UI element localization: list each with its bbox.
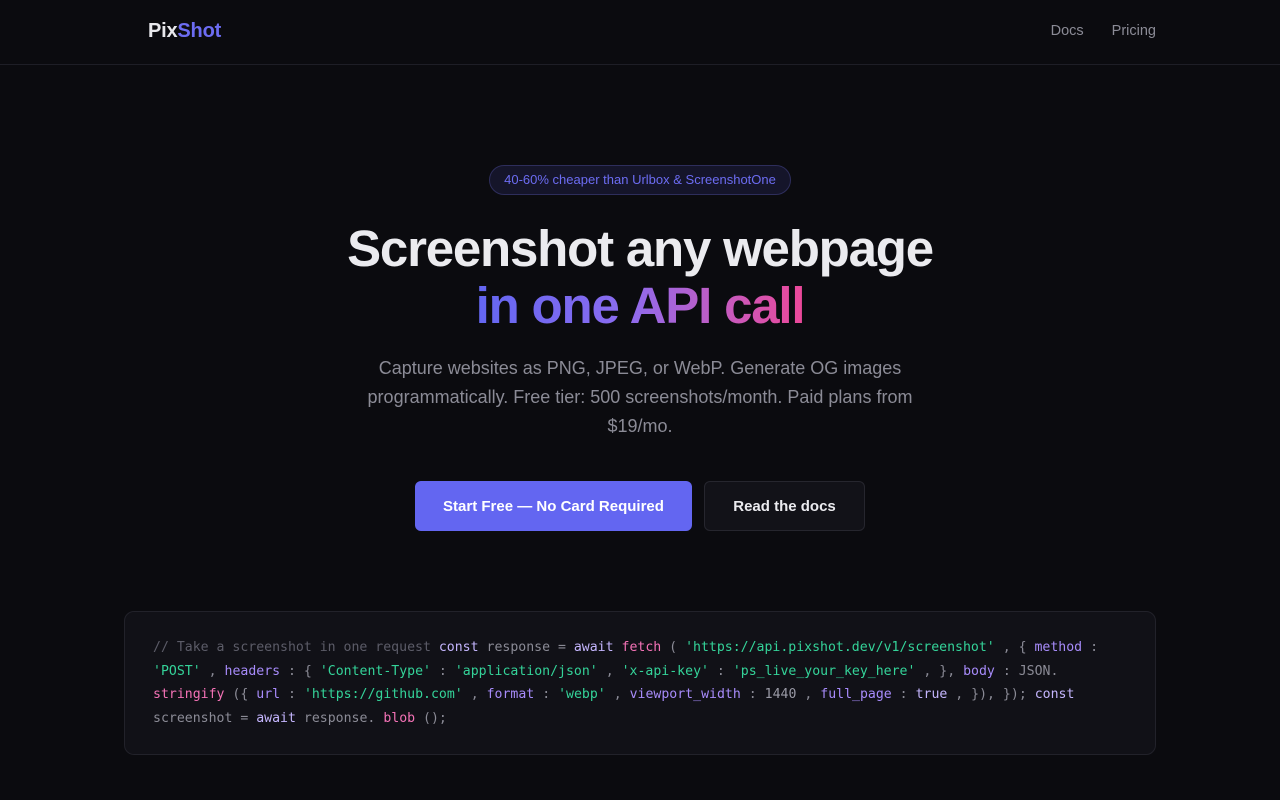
- code-token: body: [963, 663, 995, 679]
- code-token: const: [438, 640, 479, 655]
- code-token: method: [1034, 640, 1083, 655]
- nav-links: Docs Pricing: [1051, 23, 1156, 39]
- code-token: 1440: [764, 687, 797, 702]
- code-token: screenshot =: [153, 710, 249, 726]
- code-token: ,: [208, 663, 217, 679]
- code-token: , }), });: [955, 687, 1027, 702]
- code-token: await: [573, 640, 614, 655]
- code-token: :: [899, 687, 908, 702]
- code-token: ,: [804, 687, 813, 702]
- code-token: url: [256, 687, 281, 702]
- code-token: :: [288, 687, 296, 702]
- code-token: 'POST': [153, 663, 201, 679]
- code-token: ,: [605, 663, 614, 679]
- code-token: 'Content-Type': [319, 663, 431, 679]
- code-token: :: [542, 687, 551, 702]
- code-token: const: [1034, 687, 1075, 702]
- code-token: :: [716, 663, 725, 679]
- hero-title-line2: in one API call: [0, 277, 1280, 334]
- logo-shot: Shot: [177, 20, 222, 42]
- hero-title-gradient: in one API call: [475, 277, 806, 334]
- code-token: response =: [486, 640, 566, 655]
- pricing-badge: 40-60% cheaper than Urlbox & ScreenshotO…: [489, 165, 791, 195]
- code-token: 'https://github.com': [303, 687, 463, 702]
- code-token: headers: [224, 663, 281, 679]
- code-token: 'application/json': [454, 663, 598, 679]
- hero-cta-group: Start Free — No Card Required Read the d…: [0, 481, 1280, 531]
- start-free-button[interactable]: Start Free — No Card Required: [415, 481, 692, 531]
- code-token: stringify: [153, 687, 225, 702]
- read-docs-button[interactable]: Read the docs: [704, 481, 865, 531]
- code-token: blob: [383, 710, 416, 726]
- code-token: ({: [232, 687, 249, 702]
- code-comment: // Take a screenshot in one request: [153, 640, 431, 655]
- code-token: 'ps_live_your_key_here': [732, 663, 916, 679]
- code-token: : {: [288, 663, 312, 679]
- hero-title-line1: Screenshot any webpage: [347, 220, 934, 277]
- code-token: 'x-api-key': [621, 663, 709, 679]
- logo[interactable]: PixShot: [148, 20, 221, 43]
- code-token: true: [915, 687, 948, 702]
- code-token: 'webp': [558, 687, 606, 702]
- code-token: full_page: [820, 687, 892, 702]
- code-token: format: [486, 687, 535, 702]
- code-sample-block: // Take a screenshot in one request cons…: [124, 611, 1156, 755]
- code-token: await: [256, 710, 296, 726]
- hero-badge-container: 40-60% cheaper than Urlbox & ScreenshotO…: [0, 165, 1280, 195]
- code-token: :: [1090, 640, 1099, 655]
- code-token: JSON.: [1018, 663, 1059, 679]
- code-token: (: [669, 640, 678, 655]
- code-token: 'https://api.pixshot.dev/v1/screenshot': [685, 640, 995, 655]
- nav-link-docs[interactable]: Docs: [1051, 23, 1084, 39]
- code-token: , {: [1002, 640, 1027, 655]
- hero-subtitle: Capture websites as PNG, JPEG, or WebP. …: [367, 358, 913, 436]
- code-token: :: [748, 687, 757, 702]
- code-token: viewport_width: [629, 687, 741, 702]
- code-token: :: [438, 663, 447, 679]
- logo-pix: Pix: [148, 20, 178, 42]
- code-token: response.: [303, 710, 376, 726]
- code-token: :: [1002, 663, 1011, 679]
- code-token: ,: [613, 687, 622, 702]
- nav-link-pricing[interactable]: Pricing: [1112, 23, 1156, 39]
- code-token: fetch: [621, 640, 662, 655]
- top-navigation: PixShot Docs Pricing: [0, 0, 1280, 65]
- code-token: ();: [423, 710, 447, 726]
- code-token: , },: [923, 663, 956, 679]
- code-token: ,: [470, 687, 479, 702]
